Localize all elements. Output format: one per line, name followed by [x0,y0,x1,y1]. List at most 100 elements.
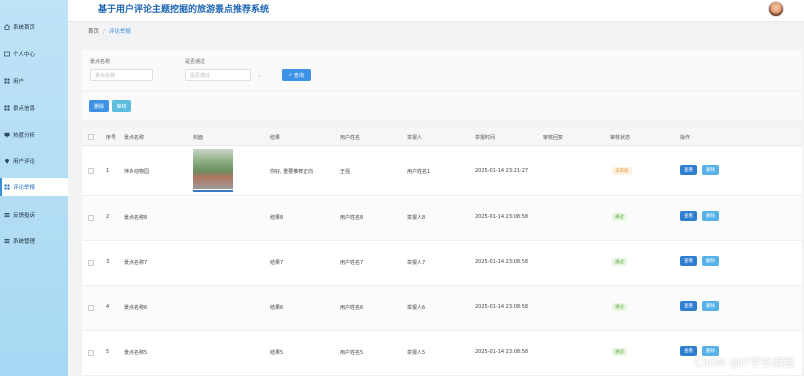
row-checkbox[interactable] [88,215,94,221]
row-checkbox[interactable] [88,350,94,356]
header-result[interactable]: 结果 [270,134,280,141]
query-button-label: 查询 [293,72,304,79]
list-icon [4,238,10,244]
row-result: 你好, 重要推荐正向 [270,169,314,175]
delete-button[interactable]: 删除 [702,301,719,311]
sidebar-item-label: 用户评论 [13,159,36,165]
breadcrumb-home[interactable]: 首页 [88,29,99,35]
delete-button[interactable]: 删除 [702,165,719,175]
row-user: 王强 [340,169,351,175]
cover-image-bar [193,190,233,192]
table-row: 3 景点名称7 结果7 用户姓名7 举报人7 2025-01-14 23:08:… [82,241,802,286]
header-ops: 操作 [680,135,691,141]
header-user[interactable]: 用户姓名 [340,134,360,141]
avatar[interactable] [768,1,784,17]
row-result: 结果8 [270,215,284,221]
row-user: 用户姓名6 [340,305,364,311]
status-badge: 通过 [612,348,627,356]
header-time[interactable]: 举报时间 [475,134,495,141]
sidebar-item-label: 反馈投诉 [13,213,36,219]
view-button[interactable]: 查看 [680,211,697,221]
sidebar: 系统首页 个人中心 用户 景点信息 热度分析 用户评论 评论举报 反馈投诉 系统… [0,0,68,376]
row-reporter: 举报人7 [407,260,426,266]
header-cover: 封面 [193,135,204,141]
table-row: 2 景点名称8 结果8 用户姓名8 举报人8 2025-01-14 23:08:… [82,196,802,241]
home-icon [4,24,10,30]
search-name-input[interactable]: 景点名称 [90,69,153,81]
batch-review-button[interactable]: 审核 [112,100,131,112]
row-name: 景点名称5 [124,350,148,356]
search-approved-label: 是否通过 [185,59,206,65]
search-approved-select[interactable]: 是否通过 ⌄ [185,69,262,81]
view-button[interactable]: 查看 [680,165,697,175]
row-time: 2025-01-14 23:08:58 [475,214,529,220]
batch-delete-button[interactable]: 删除 [89,100,109,112]
sidebar-item-label: 评论举报 [13,185,36,191]
header-reply[interactable]: 审核回复 [543,134,563,141]
search-name-label: 景点名称 [90,59,111,65]
header-reporter[interactable]: 举报人 [407,134,422,141]
table-row: 1 萍乡动物园 你好, 重要推荐正向 王强 用户姓名1 2025-01-14 2… [82,146,802,196]
sidebar-item-heat[interactable]: 热度分析 [0,126,68,144]
action-bar: 删除 审核 [82,92,802,120]
sidebar-item-feedback[interactable]: 反馈投诉 [0,206,68,224]
sidebar-item-home[interactable]: 系统首页 [0,18,68,36]
view-button[interactable]: 查看 [680,256,697,266]
sidebar-item-profile[interactable]: 个人中心 [0,45,68,63]
query-button[interactable]: ⌕ 查询 [282,69,311,81]
search-panel: 景点名称 景点名称 是否通过 是否通过 ⌄ ⌕ 查询 [82,50,802,90]
sidebar-item-label: 热度分析 [13,133,36,139]
breadcrumb: 首页 / 评论举报 [88,27,131,35]
sidebar-item-label: 系统首页 [13,25,36,31]
chevron-down-icon: ⌄ [256,71,262,79]
cover-image [193,149,233,189]
sidebar-item-attractions[interactable]: 景点信息 [0,99,68,117]
sidebar-item-label: 系统管理 [13,239,36,245]
row-index: 4 [106,304,110,310]
header-index: 序号 [106,135,117,141]
row-name: 景点名称6 [124,305,148,311]
breadcrumb-current: 评论举报 [108,29,131,35]
grid-icon [4,184,10,190]
location-icon [4,158,10,164]
status-badge: 未审核 [612,167,632,175]
view-button[interactable]: 查看 [680,301,697,311]
row-time: 2025-01-14 23:08:58 [475,349,529,355]
list-icon [4,212,10,218]
sidebar-item-user[interactable]: 用户 [0,72,68,90]
sidebar-item-label: 个人中心 [13,52,36,58]
app-title: 基于用户评论主题挖掘的旅游景点推荐系统 [98,5,270,15]
grid-icon [4,105,10,111]
row-checkbox[interactable] [88,260,94,266]
header-status[interactable]: 审核状态 [610,134,630,141]
row-name: 景点名称8 [124,215,148,221]
sidebar-item-comments[interactable]: 用户评论 [0,152,68,170]
row-index: 3 [106,259,110,265]
sidebar-item-label: 用户 [13,79,25,85]
search-approved-placeholder: 是否通过 [190,72,211,79]
row-time: 2025-01-14 23:08:58 [475,259,529,265]
sidebar-item-label: 景点信息 [13,106,36,112]
row-result: 结果6 [270,305,284,311]
search-name-placeholder: 景点名称 [95,72,116,79]
row-reporter: 举报人6 [407,305,426,311]
sidebar-item-system[interactable]: 系统管理 [0,232,68,250]
header-name[interactable]: 景点名称 [124,134,144,141]
row-index: 2 [106,214,110,220]
row-name: 萍乡动物园 [124,169,150,175]
search-icon: ⌕ [289,72,292,78]
row-reporter: 用户姓名1 [407,169,431,175]
row-checkbox[interactable] [88,305,94,311]
row-reporter: 举报人8 [407,215,426,221]
row-user: 用户姓名5 [340,350,364,356]
row-time: 2025-01-14 23:08:58 [475,304,529,310]
select-all-checkbox[interactable] [88,134,94,140]
row-checkbox[interactable] [88,168,94,174]
top-header: 基于用户评论主题挖掘的旅游景点推荐系统 [68,0,804,22]
status-badge: 通过 [612,303,627,311]
sidebar-item-reports[interactable]: 评论举报 [0,178,68,196]
delete-button[interactable]: 删除 [702,211,719,221]
row-result: 结果7 [270,260,284,266]
status-badge: 通过 [612,213,627,221]
delete-button[interactable]: 删除 [702,256,719,266]
